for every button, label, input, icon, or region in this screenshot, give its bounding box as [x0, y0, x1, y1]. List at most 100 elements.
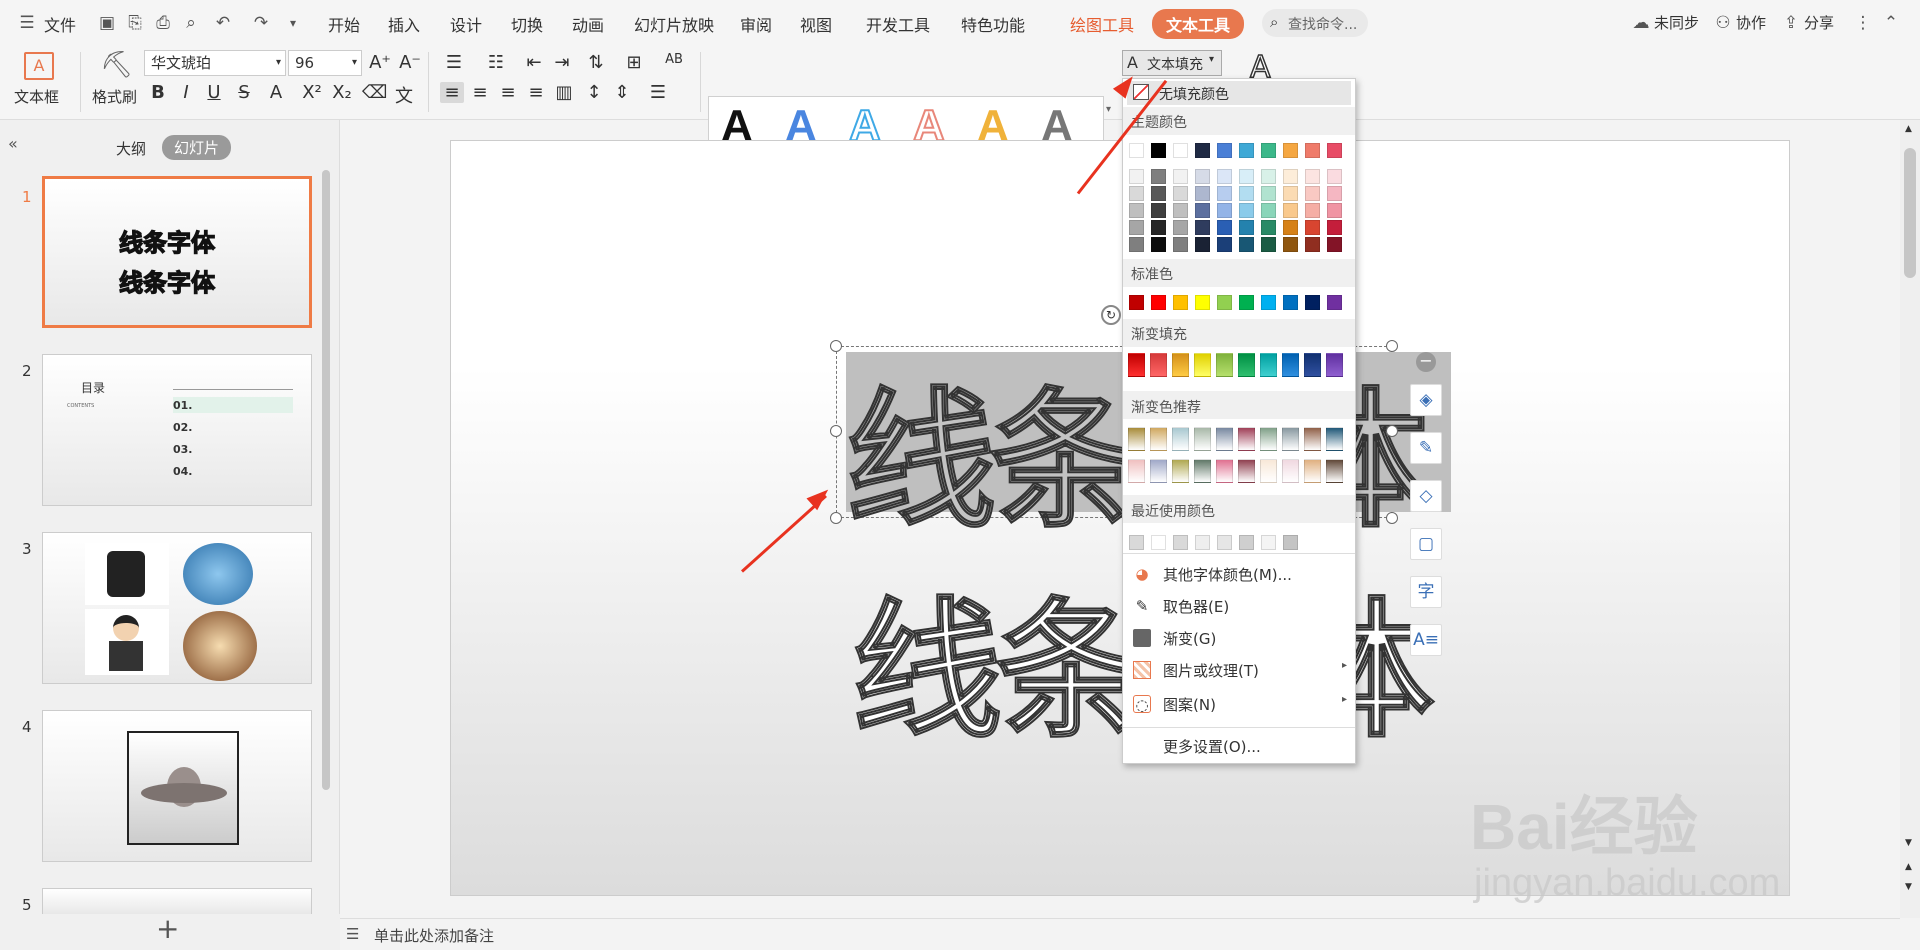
resize-handle[interactable]: [830, 512, 842, 524]
gradient-rec-swatch[interactable]: [1282, 459, 1299, 483]
gradient-rec-swatch[interactable]: [1304, 459, 1321, 483]
resize-handle[interactable]: [1386, 512, 1398, 524]
theme-color-swatch[interactable]: [1283, 143, 1298, 158]
decrease-font-icon[interactable]: A⁻: [398, 52, 422, 73]
scroll-down-icon[interactable]: ▼: [1905, 838, 1912, 848]
gradient-rec-swatch[interactable]: [1238, 459, 1255, 483]
gradient-rec-swatch[interactable]: [1326, 427, 1343, 451]
text-layout-icon[interactable]: A≡: [1410, 624, 1442, 656]
convert-smartart-icon[interactable]: AB: [662, 52, 686, 67]
theme-shade-swatch[interactable]: [1173, 237, 1188, 252]
theme-shade-swatch[interactable]: [1173, 186, 1188, 201]
distribute-icon[interactable]: ▥: [552, 82, 576, 103]
theme-shade-swatch[interactable]: [1239, 169, 1254, 184]
align-text-icon[interactable]: ⊞: [622, 52, 646, 73]
layers-icon[interactable]: ◈: [1410, 384, 1442, 416]
redo-icon[interactable]: ↷: [250, 12, 272, 34]
recent-color-swatch[interactable]: [1173, 535, 1188, 550]
theme-shade-swatch[interactable]: [1261, 203, 1276, 218]
theme-shade-swatch[interactable]: [1217, 186, 1232, 201]
gradient-fill-swatch[interactable]: [1150, 353, 1167, 377]
theme-shade-swatch[interactable]: [1129, 186, 1144, 201]
gradient-rec-swatch[interactable]: [1194, 427, 1211, 451]
gradient-item[interactable]: 渐变(G): [1123, 623, 1355, 653]
gradient-fill-swatch[interactable]: [1194, 353, 1211, 377]
outdent-icon[interactable]: ⇤: [522, 52, 546, 73]
line-spacing-icon[interactable]: ↕: [582, 82, 606, 103]
collapse-panel-icon[interactable]: «: [8, 134, 18, 153]
theme-shade-swatch[interactable]: [1129, 203, 1144, 218]
tab-slides[interactable]: 幻灯片: [162, 135, 232, 160]
theme-shade-swatch[interactable]: [1151, 237, 1166, 252]
gradient-fill-swatch[interactable]: [1260, 353, 1277, 377]
brush-icon[interactable]: ✎: [1410, 432, 1442, 464]
undo-icon[interactable]: ↶: [212, 12, 234, 34]
theme-color-swatch[interactable]: [1217, 143, 1232, 158]
theme-color-swatch[interactable]: [1129, 143, 1144, 158]
theme-shade-swatch[interactable]: [1239, 237, 1254, 252]
gradient-rec-swatch[interactable]: [1128, 427, 1145, 451]
gradient-rec-swatch[interactable]: [1150, 427, 1167, 451]
notes-bar[interactable]: ☰ 单击此处添加备注: [340, 918, 1900, 950]
font-size-select[interactable]: 96 ▾: [288, 50, 362, 76]
strikethrough-icon[interactable]: S: [232, 82, 256, 103]
textbox-label[interactable]: 文本框: [14, 86, 59, 107]
recent-color-swatch[interactable]: [1283, 535, 1298, 550]
tab-drawing-tools[interactable]: 绘图工具: [1070, 12, 1134, 36]
resize-handle[interactable]: [830, 340, 842, 352]
theme-shade-swatch[interactable]: [1327, 220, 1342, 235]
theme-shade-swatch[interactable]: [1217, 237, 1232, 252]
text-direction-icon[interactable]: ⇅: [584, 52, 608, 73]
collapse-ribbon-icon[interactable]: ⌃: [1880, 12, 1902, 34]
theme-color-swatch[interactable]: [1173, 143, 1188, 158]
collapse-toolbar-icon[interactable]: −: [1416, 352, 1436, 372]
theme-color-swatch[interactable]: [1327, 143, 1342, 158]
share-button[interactable]: 分享: [1804, 12, 1834, 33]
theme-shade-swatch[interactable]: [1195, 203, 1210, 218]
slide-thumbnail-2[interactable]: 目录 CONTENTS 01. 02. 03. 04.: [42, 354, 312, 506]
phonetic-icon[interactable]: 文: [392, 82, 416, 108]
theme-color-swatch[interactable]: [1239, 143, 1254, 158]
italic-icon[interactable]: I: [174, 82, 198, 103]
subscript-icon[interactable]: X₂: [330, 82, 354, 103]
standard-color-swatch[interactable]: [1239, 295, 1254, 310]
theme-color-swatch[interactable]: [1305, 143, 1320, 158]
theme-shade-swatch[interactable]: [1283, 237, 1298, 252]
theme-shade-swatch[interactable]: [1129, 237, 1144, 252]
theme-shade-swatch[interactable]: [1239, 186, 1254, 201]
gradient-fill-swatch[interactable]: [1172, 353, 1189, 377]
align-left-icon[interactable]: ≡: [440, 82, 464, 103]
gradient-rec-swatch[interactable]: [1128, 459, 1145, 483]
gradient-fill-swatch[interactable]: [1326, 353, 1343, 377]
standard-color-swatch[interactable]: [1151, 295, 1166, 310]
gradient-rec-swatch[interactable]: [1216, 427, 1233, 451]
theme-shade-swatch[interactable]: [1195, 237, 1210, 252]
theme-shade-swatch[interactable]: [1305, 237, 1320, 252]
standard-color-swatch[interactable]: [1327, 295, 1342, 310]
standard-color-swatch[interactable]: [1305, 295, 1320, 310]
paragraph-settings-icon[interactable]: ☰: [646, 82, 670, 103]
superscript-icon[interactable]: X²: [300, 82, 324, 103]
bold-icon[interactable]: B: [146, 82, 170, 103]
gradient-rec-swatch[interactable]: [1304, 427, 1321, 451]
standard-color-swatch[interactable]: [1173, 295, 1188, 310]
tab-animation[interactable]: 动画: [572, 12, 604, 36]
resize-handle[interactable]: [1386, 340, 1398, 352]
hamburger-icon[interactable]: ☰: [16, 12, 38, 34]
recent-color-swatch[interactable]: [1217, 535, 1232, 550]
tab-transition[interactable]: 切换: [511, 12, 543, 36]
theme-shade-swatch[interactable]: [1173, 220, 1188, 235]
slide-thumbnail-4[interactable]: [42, 710, 312, 862]
theme-shade-swatch[interactable]: [1327, 186, 1342, 201]
tab-view[interactable]: 视图: [800, 12, 832, 36]
tab-design[interactable]: 设计: [450, 12, 482, 36]
slide-thumbnail-5[interactable]: [42, 888, 312, 914]
theme-shade-swatch[interactable]: [1283, 220, 1298, 235]
sync-status[interactable]: 未同步: [1654, 12, 1699, 33]
standard-color-swatch[interactable]: [1261, 295, 1276, 310]
scroll-up-icon[interactable]: ▲: [1905, 124, 1912, 134]
theme-color-swatch[interactable]: [1261, 143, 1276, 158]
theme-color-swatch[interactable]: [1195, 143, 1210, 158]
gradient-fill-swatch[interactable]: [1238, 353, 1255, 377]
prev-slide-icon[interactable]: ▲: [1905, 862, 1912, 872]
